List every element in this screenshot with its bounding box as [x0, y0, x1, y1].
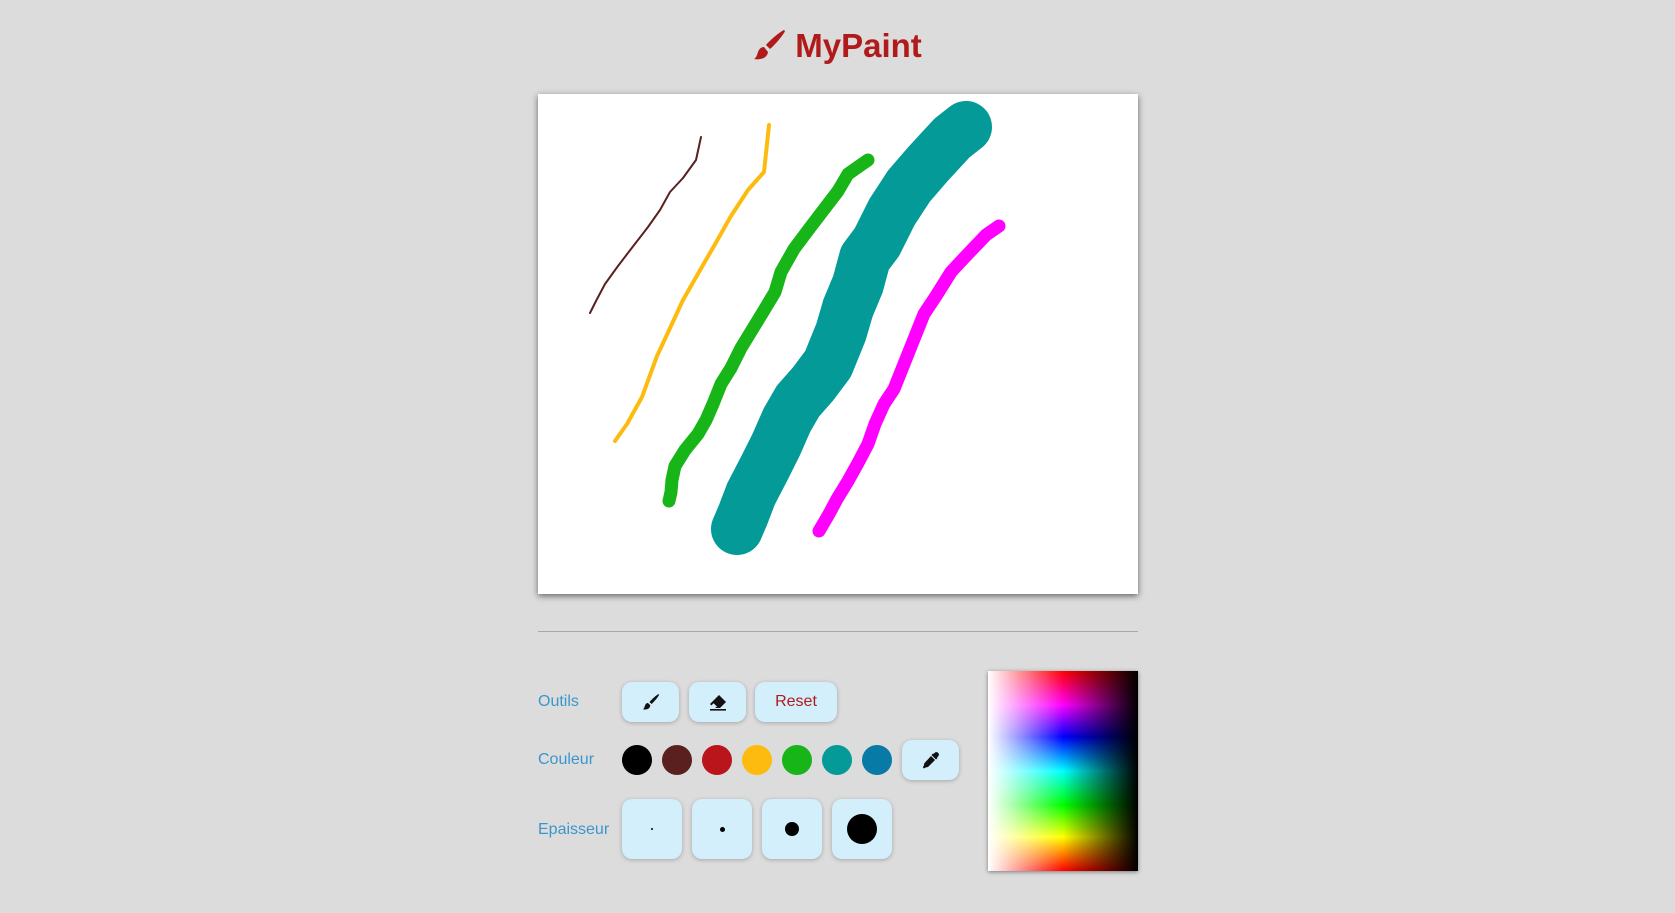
thickness-dot-large	[847, 814, 877, 844]
app-root: MyPaint Outils Reset Couleur Epaisseur	[0, 0, 1675, 913]
thickness-dot-small	[719, 826, 725, 832]
eyedropper-icon	[922, 752, 939, 769]
tools-label: Outils	[538, 693, 579, 710]
eraser-icon	[709, 695, 726, 711]
color-swatch-teal[interactable]	[822, 745, 852, 775]
brush-icon	[642, 694, 659, 710]
app-title: MyPaint	[0, 22, 1675, 70]
brush-tool-button[interactable]	[622, 682, 679, 722]
color-swatch-blue[interactable]	[862, 745, 892, 775]
color-swatch-green[interactable]	[782, 745, 812, 775]
color-label: Couleur	[538, 751, 595, 768]
thickness-dot-thin	[651, 828, 653, 830]
eyedropper-button[interactable]	[902, 740, 959, 780]
app-title-text: MyPaint	[795, 27, 922, 64]
color-swatch-brown[interactable]	[662, 745, 692, 775]
drawing-canvas[interactable]	[538, 94, 1138, 594]
thickness-button-medium[interactable]	[762, 799, 822, 859]
paint-brush-icon	[754, 30, 786, 60]
color-swatch-red[interactable]	[702, 745, 732, 775]
stroke-yellow	[613, 123, 771, 443]
thickness-button-thin[interactable]	[622, 799, 682, 859]
color-swatch-yellow[interactable]	[742, 745, 772, 775]
color-swatch-black[interactable]	[622, 745, 652, 775]
color-picker-canvas[interactable]	[988, 671, 1138, 871]
eraser-tool-button[interactable]	[689, 682, 746, 722]
divider	[538, 631, 1138, 632]
stroke-brown	[589, 136, 702, 314]
thickness-button-large[interactable]	[832, 799, 892, 859]
thickness-button-small[interactable]	[692, 799, 752, 859]
reset-button[interactable]: Reset	[755, 682, 837, 722]
canvas-drawing[interactable]	[538, 94, 1138, 594]
thickness-label: Epaisseur	[538, 821, 610, 838]
thickness-dot-medium	[785, 822, 799, 836]
